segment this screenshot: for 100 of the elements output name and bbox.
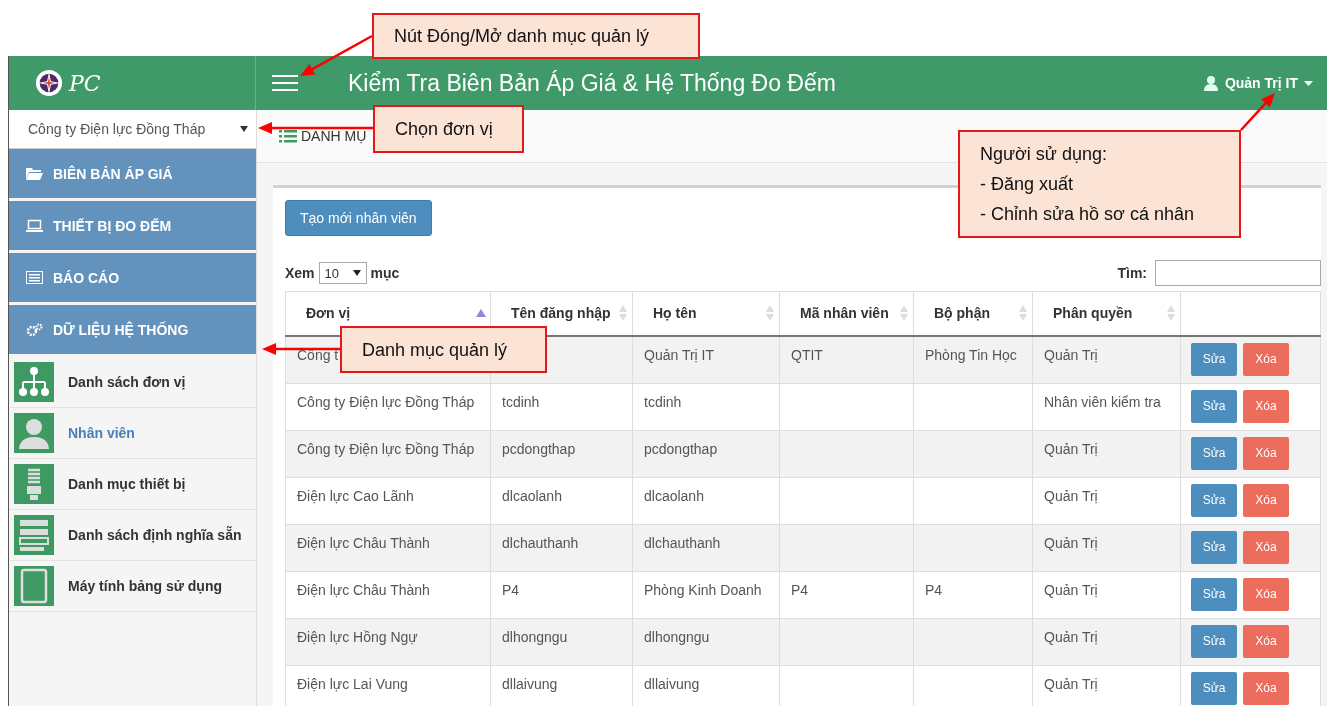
logo-text: PC	[69, 70, 101, 96]
unit-select[interactable]: Công ty Điện lực Đồng Tháp	[9, 110, 256, 149]
menu-item[interactable]: BÁO CÁO	[9, 253, 256, 302]
edit-button[interactable]: Sửa	[1191, 624, 1237, 658]
user-icon	[1202, 75, 1219, 91]
table-cell: dlchauthanh	[644, 535, 721, 551]
length-label: Xem	[285, 265, 315, 281]
app-title: Kiểm Tra Biên Bản Áp Giá & Hệ Thống Đo Đếm	[348, 69, 837, 97]
edit-button[interactable]: Sửa	[1191, 389, 1237, 423]
table-cell: Công ty Điện lực Đồng Tháp	[297, 441, 475, 457]
sort-ascending-icon	[476, 309, 486, 318]
sort-icon	[899, 304, 909, 323]
submenu-item[interactable]: Máy tính bảng sử dụng	[9, 561, 256, 612]
delete-button[interactable]: Xóa	[1243, 577, 1289, 611]
column-header[interactable]: Họ tên	[632, 291, 780, 336]
callout-tooltip: Chọn đơn vị	[373, 105, 524, 153]
table-cell: Quản Trị	[1044, 441, 1098, 457]
table-cell: Điện lực Châu Thành	[297, 582, 430, 598]
user-menu[interactable]: Quản Trị IT	[1196, 74, 1319, 92]
delete-button[interactable]: Xóa	[1243, 530, 1289, 564]
table-cell: dlchauthanh	[502, 535, 579, 551]
edit-button[interactable]: Sửa	[1191, 577, 1237, 611]
submenu-item[interactable]: Danh sách định nghĩa sẵn	[9, 510, 256, 561]
delete-button[interactable]: Xóa	[1243, 342, 1289, 376]
table-cell: tcdinh	[644, 394, 682, 410]
report-icon	[26, 271, 43, 284]
delete-button[interactable]: Xóa	[1243, 624, 1289, 658]
column-header[interactable]: Mã nhân viên	[779, 291, 914, 336]
table-cell: dllaivung	[644, 676, 700, 692]
table-cell: dlhongngu	[644, 629, 710, 645]
laptop-icon	[26, 219, 43, 232]
menu-icon	[272, 74, 298, 92]
callout-tooltip: Người sử dụng: - Đăng xuất - Chỉnh sửa hồ sơ cá nhân	[958, 130, 1241, 238]
table-cell: tcdinh	[502, 394, 540, 410]
delete-button[interactable]: Xóa	[1243, 389, 1289, 423]
table-cell: Quản Trị IT	[644, 346, 715, 363]
annotation-arrow	[1240, 93, 1275, 131]
breadcrumb: DANH MỤ	[301, 128, 367, 144]
table-cell: Điện lực Châu Thành	[297, 535, 430, 551]
create-employee-button[interactable]: Tạo mới nhân viên	[285, 200, 432, 236]
column-header[interactable]: Bộ phận	[913, 291, 1033, 336]
delete-button[interactable]: Xóa	[1243, 436, 1289, 470]
table-cell: Nhân viên kiểm tra	[1044, 394, 1161, 410]
person-icon	[14, 413, 54, 453]
dropdown-caret-icon	[352, 270, 361, 276]
menu-item[interactable]: THIẾT BỊ ĐO ĐẾM	[9, 201, 256, 250]
folder-icon	[26, 167, 43, 180]
caret-icon	[1304, 80, 1313, 86]
length-suffix: mục	[370, 265, 400, 281]
table-cell: Quản Trị	[1044, 346, 1098, 363]
page-length-select[interactable]: 10	[318, 262, 367, 284]
search-field[interactable]	[1155, 260, 1321, 286]
sort-icon	[765, 304, 775, 323]
table-cell: P4	[502, 582, 520, 598]
sort-icon	[1018, 304, 1028, 323]
table-cell: Phòng Tin Học	[925, 346, 1017, 363]
edit-button[interactable]: Sửa	[1191, 436, 1237, 470]
delete-button[interactable]: Xóa	[1243, 671, 1289, 705]
edit-button[interactable]: Sửa	[1191, 671, 1237, 705]
table-cell: Công ty Điện lực Đồng Tháp	[297, 394, 475, 410]
tablet-icon	[14, 566, 54, 606]
table-cell: Điện lực Cao Lãnh	[297, 488, 414, 504]
menu-item[interactable]: BIÊN BẢN ÁP GIÁ	[9, 149, 256, 198]
table-cell: dllaivung	[502, 676, 558, 692]
menu-item[interactable]: DỮ LIỆU HỆ THỐNG	[9, 305, 256, 354]
table-cell: pcdongthap	[502, 441, 576, 457]
edit-button[interactable]: Sửa	[1191, 483, 1237, 517]
table-cell: Phòng Kinh Doanh	[644, 582, 762, 598]
submenu-item[interactable]: Nhân viên	[9, 408, 256, 459]
table-cell: pcdongthap	[644, 441, 718, 457]
table-cell: dlcaolanh	[502, 488, 562, 504]
table-cell: Điện lực Lai Vung	[297, 676, 408, 692]
table-cell: P4	[791, 582, 809, 598]
column-header[interactable]: Phân quyền	[1032, 291, 1181, 336]
submenu-item[interactable]: Danh mục thiết bị	[9, 459, 256, 510]
table-cell: Điện lực Hồng Ngự	[297, 629, 418, 645]
sort-icon	[1166, 304, 1176, 323]
callout-tooltip: Nút Đóng/Mở danh mục quản lý	[372, 13, 700, 59]
table-cell: Quản Trị	[1044, 535, 1098, 551]
list-icon	[279, 129, 297, 143]
gears-icon	[26, 322, 43, 337]
org-chart-icon	[14, 362, 54, 402]
table-cell: dlcaolanh	[644, 488, 704, 504]
edit-button[interactable]: Sửa	[1191, 530, 1237, 564]
logo-icon	[35, 69, 63, 97]
delete-button[interactable]: Xóa	[1243, 483, 1289, 517]
table-cell: Công t	[297, 346, 339, 363]
table-cell: Quản Trị	[1044, 676, 1098, 692]
bulb-icon	[14, 464, 54, 504]
callout-tooltip: Danh mục quản lý	[340, 326, 547, 373]
table-cell: QTIT	[791, 346, 823, 363]
edit-button[interactable]: Sửa	[1191, 342, 1237, 376]
table-cell: dlhongngu	[502, 629, 568, 645]
sort-icon	[618, 304, 628, 323]
search-label: Tìm:	[1117, 265, 1147, 281]
table-cell: Quản Trị	[1044, 488, 1098, 504]
submenu-item[interactable]: Danh sách đơn vị	[9, 357, 256, 408]
list-form-icon	[14, 515, 54, 555]
table-cell: Quản Trị	[1044, 629, 1098, 645]
table-cell: Quản Trị	[1044, 582, 1098, 598]
